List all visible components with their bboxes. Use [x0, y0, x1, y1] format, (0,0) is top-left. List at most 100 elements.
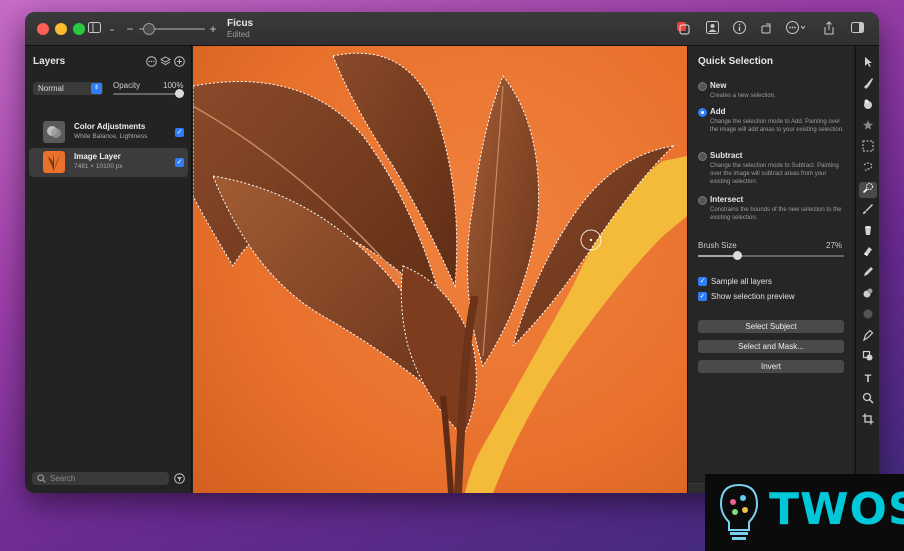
- ficus-image: [193, 52, 687, 493]
- pencil-icon[interactable]: [859, 266, 877, 282]
- sidebar-icon: [87, 22, 101, 33]
- smudge-icon[interactable]: [859, 287, 877, 303]
- inspector-icon: [850, 22, 864, 33]
- lasso-icon[interactable]: [859, 161, 877, 177]
- layer-name: Image Layer: [74, 152, 121, 161]
- blur-icon[interactable]: [859, 308, 877, 324]
- zoom-slider-knob[interactable]: [143, 23, 155, 35]
- rotate-icon: [761, 23, 770, 34]
- show-selection-preview-label: Show selection preview: [711, 292, 795, 301]
- watermark-text: TWOS: [769, 484, 904, 535]
- layer-visibility-checkbox[interactable]: ✓: [175, 128, 184, 137]
- bucket-icon[interactable]: [859, 224, 877, 240]
- shape-icon[interactable]: [859, 350, 877, 366]
- brush-size-value: 27%: [826, 241, 843, 250]
- document-title: Ficus: [227, 18, 254, 29]
- share-button[interactable]: [822, 21, 836, 35]
- brush-size-label: Brush Size: [698, 241, 737, 250]
- document-status: Edited: [227, 30, 250, 39]
- add-layer-icon[interactable]: [173, 56, 185, 68]
- filter-icon[interactable]: [173, 473, 185, 485]
- layer-search-input[interactable]: Search: [32, 472, 169, 485]
- watermark-logo: TWOS: [705, 474, 904, 551]
- layers-stack-icon[interactable]: [159, 56, 171, 68]
- mode-add-radio[interactable]: [698, 108, 707, 117]
- titlebar: ⌄ − + Ficus Edited: [25, 12, 879, 46]
- info-icon: [732, 21, 746, 34]
- ellipsis-icon: [786, 21, 806, 34]
- sidebar-toggle-button[interactable]: [87, 22, 101, 36]
- inspector-toggle-button[interactable]: [850, 22, 864, 36]
- lightbulb-logo-icon: [719, 483, 759, 540]
- blend-mode-value: Normal: [38, 84, 64, 93]
- select-and-mask-button[interactable]: Select and Mask...: [698, 340, 844, 353]
- layer-subtitle: White Balance, Lightness: [74, 133, 148, 140]
- image-thumbnail: [43, 151, 65, 173]
- paint-brush-icon[interactable]: [859, 203, 877, 219]
- person-icon: [705, 21, 719, 34]
- layer-visibility-checkbox[interactable]: ✓: [175, 158, 184, 167]
- minimize-window-button[interactable]: [55, 23, 67, 35]
- color-adjustments-icon: [43, 121, 65, 143]
- eraser-icon[interactable]: [859, 245, 877, 261]
- layer-row-color-adjustments[interactable]: Color Adjustments White Balance, Lightne…: [29, 118, 188, 147]
- zoom-in-button[interactable]: +: [209, 22, 217, 36]
- info-button[interactable]: [732, 21, 746, 35]
- mode-new-label: New: [710, 81, 727, 90]
- close-window-button[interactable]: [37, 23, 49, 35]
- app-window: ⌄ − + Ficus Edited Layers Normal ⇕ Opaci…: [25, 12, 879, 493]
- quick-select-icon[interactable]: [859, 182, 877, 198]
- star-icon[interactable]: [859, 119, 877, 135]
- share-icon: [824, 21, 834, 35]
- layers-panel-title: Layers: [33, 56, 66, 67]
- layers-panel: Layers Normal ⇕ Opacity 100% Color Adjus…: [25, 46, 192, 493]
- mode-intersect-label: Intersect: [710, 195, 744, 204]
- mode-intersect-radio[interactable]: [698, 196, 707, 205]
- mode-add-description: Change the selection mode to Add. Painti…: [710, 119, 844, 133]
- search-placeholder: Search: [50, 474, 76, 483]
- blend-mode-select[interactable]: Normal ⇕: [33, 82, 103, 95]
- crop-icon[interactable]: [859, 413, 877, 429]
- zoom-out-button[interactable]: −: [126, 22, 134, 36]
- rect-select-icon[interactable]: [859, 140, 877, 156]
- text-icon[interactable]: T: [859, 371, 877, 387]
- opacity-slider-track[interactable]: [113, 93, 181, 95]
- brush-size-fill: [698, 255, 738, 257]
- quick-selection-title: Quick Selection: [698, 56, 774, 67]
- tools-sidebar: T: [855, 46, 879, 493]
- mode-subtract-description: Change the selection mode to Subtract. P…: [710, 163, 839, 185]
- opacity-label: Opacity: [113, 81, 141, 90]
- layer-row-image-layer[interactable]: Image Layer 7481 × 10100 px ✓: [29, 148, 188, 177]
- color-picker-button[interactable]: [676, 21, 690, 35]
- chevron-down-icon[interactable]: ⌄: [107, 22, 117, 36]
- layer-name: Color Adjustments: [74, 122, 146, 131]
- rotate-button[interactable]: [759, 21, 773, 35]
- more-options-button[interactable]: [786, 21, 806, 35]
- quick-selection-panel: Quick Selection New Creates a new select…: [687, 46, 855, 493]
- photo-browser-button[interactable]: [705, 21, 719, 35]
- brush-select-icon[interactable]: [859, 77, 877, 93]
- brush-size-knob[interactable]: [732, 251, 742, 260]
- mode-new-radio[interactable]: [698, 82, 707, 91]
- sample-all-layers-checkbox[interactable]: ✓: [698, 277, 707, 286]
- layer-options-icon[interactable]: [145, 56, 157, 68]
- layer-subtitle: 7481 × 10100 px: [74, 163, 123, 170]
- mode-subtract-label: Subtract: [710, 151, 743, 160]
- mode-add-label: Add: [710, 107, 726, 116]
- arrow-tool-icon[interactable]: [859, 56, 877, 72]
- pen-icon[interactable]: [859, 329, 877, 345]
- invert-button[interactable]: Invert: [698, 360, 844, 373]
- zoom-window-button[interactable]: [73, 23, 85, 35]
- opacity-slider-knob[interactable]: [175, 89, 184, 98]
- mode-intersect-description: Constrains the bounds of the new selecti…: [710, 207, 842, 221]
- select-subject-button[interactable]: Select Subject: [698, 320, 844, 333]
- mode-new-description: Creates a new selection.: [710, 93, 776, 99]
- image-canvas[interactable]: [193, 46, 687, 493]
- show-selection-preview-checkbox[interactable]: ✓: [698, 292, 707, 301]
- sample-all-layers-label: Sample all layers: [711, 277, 772, 286]
- select-arrows-icon: ⇕: [91, 83, 102, 94]
- fill-icon[interactable]: [859, 98, 877, 114]
- color-swatch-icon: [677, 22, 690, 35]
- zoom-icon[interactable]: [859, 392, 877, 408]
- mode-subtract-radio[interactable]: [698, 152, 707, 161]
